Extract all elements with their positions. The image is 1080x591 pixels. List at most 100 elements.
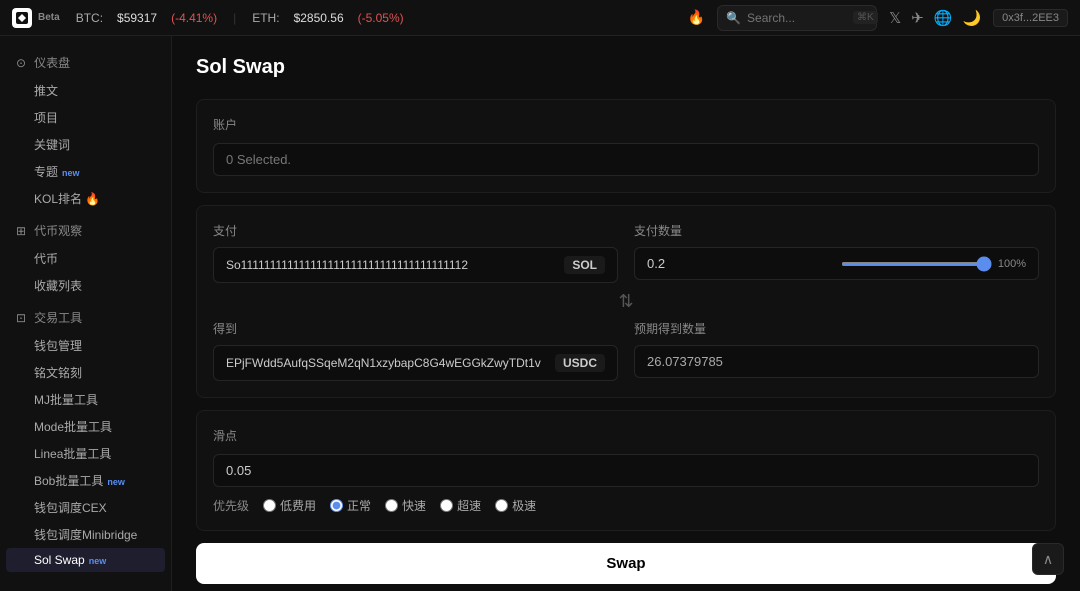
main-content: Sol Swap 账户 0 Selected. 支付 SOL 支付数量 xyxy=(172,36,1080,591)
sidebar-section-coins-header[interactable]: ⊞ 代币观察 xyxy=(0,216,171,245)
amount-group: 支付数量 100% xyxy=(634,222,1039,280)
globe-icon[interactable]: 🌐 xyxy=(934,9,953,27)
topics-new-badge: new xyxy=(62,168,80,178)
btc-price-group: BTC: $59317 (-4.41%) xyxy=(76,11,217,25)
pay-label: 支付 xyxy=(213,222,618,239)
twitter-icon[interactable]: 𝕏 xyxy=(889,9,901,27)
tools-icon: ⊡ xyxy=(16,311,26,325)
swap-direction-toggle[interactable]: ⇅ xyxy=(213,291,1039,312)
amount-slider[interactable] xyxy=(841,262,992,266)
swap-button[interactable]: Swap xyxy=(196,543,1056,584)
moon-icon[interactable]: 🌙 xyxy=(962,9,981,27)
slippage-card: 滑点 优先级 低费用 正常 快速 超速 极速 xyxy=(196,410,1056,531)
slippage-input[interactable] xyxy=(213,454,1039,487)
sidebar-item-wallet-cex[interactable]: 钱包调度CEX xyxy=(6,494,165,521)
chevron-up-icon: ∧ xyxy=(1043,551,1053,568)
amount-row: 100% xyxy=(634,247,1039,280)
expected-value: 26.07379785 xyxy=(647,354,723,369)
sidebar: ⊙ 仪表盘 推文 项目 关键词 专题new KOL排名🔥 ⊞ 代币观察 代币 收… xyxy=(0,36,172,591)
slider-wrap: 100% xyxy=(841,258,1027,270)
amount-label: 支付数量 xyxy=(634,222,1039,239)
sidebar-item-tweets[interactable]: 推文 xyxy=(6,77,165,104)
sidebar-item-linea-batch[interactable]: Linea批量工具 xyxy=(6,440,165,467)
sidebar-item-tokens[interactable]: 代币 xyxy=(6,245,165,272)
pay-card: 支付 SOL 支付数量 100% xyxy=(196,205,1056,398)
eth-label: ETH: xyxy=(252,11,279,25)
divider1: | xyxy=(233,11,236,25)
coins-label: 代币观察 xyxy=(34,222,82,239)
beta-label: Beta xyxy=(38,12,60,23)
topbar-icons: 𝕏 ✈ 🌐 🌙 xyxy=(889,9,981,27)
expected-group: 预期得到数量 26.07379785 xyxy=(634,320,1039,378)
search-box[interactable]: 🔍 ⌘K xyxy=(717,5,877,31)
account-card: 账户 0 Selected. xyxy=(196,99,1056,193)
eth-change: (-5.05%) xyxy=(358,11,404,25)
priority-turbo[interactable]: 超速 xyxy=(440,497,481,514)
search-kbd: ⌘K xyxy=(853,11,878,24)
priority-normal[interactable]: 正常 xyxy=(330,497,371,514)
topbar: Beta BTC: $59317 (-4.41%) | ETH: $2850.5… xyxy=(0,0,1080,36)
sidebar-item-mode-batch[interactable]: Mode批量工具 xyxy=(6,413,165,440)
logo-icon xyxy=(12,8,32,28)
sidebar-item-wallet-minibridge[interactable]: 钱包调度Minibridge xyxy=(6,521,165,548)
account-selected[interactable]: 0 Selected. xyxy=(213,143,1039,176)
pay-token-row: SOL xyxy=(213,247,618,283)
logo[interactable]: Beta xyxy=(12,8,60,28)
dashboard-label: 仪表盘 xyxy=(34,54,70,71)
receive-token-row: USDC xyxy=(213,345,618,381)
sidebar-section-dashboard-header[interactable]: ⊙ 仪表盘 xyxy=(0,48,171,77)
receive-label: 得到 xyxy=(213,320,618,337)
sidebar-item-inscription[interactable]: 铭文铭刻 xyxy=(6,359,165,386)
bob-new-badge: new xyxy=(107,477,125,487)
layout: ⊙ 仪表盘 推文 项目 关键词 专题new KOL排名🔥 ⊞ 代币观察 代币 收… xyxy=(0,36,1080,591)
search-input[interactable] xyxy=(747,11,847,25)
pay-address-input[interactable] xyxy=(226,258,556,272)
pay-token-badge[interactable]: SOL xyxy=(564,256,605,274)
account-label: 账户 xyxy=(213,116,1039,133)
sidebar-item-sol-swap[interactable]: Sol Swapnew xyxy=(6,548,165,572)
btc-price: $59317 xyxy=(117,11,157,25)
pay-group: 支付 SOL xyxy=(213,222,618,283)
section-tools: ⊡ 交易工具 钱包管理 铭文铭刻 MJ批量工具 Mode批量工具 Linea批量… xyxy=(0,303,171,572)
expected-label: 预期得到数量 xyxy=(634,320,1039,337)
receive-group: 得到 USDC xyxy=(213,320,618,381)
sidebar-item-topics[interactable]: 专题new xyxy=(6,158,165,185)
topbar-right: 🔥 🔍 ⌘K 𝕏 ✈ 🌐 🌙 0x3f...2EE3 xyxy=(688,5,1068,31)
sidebar-item-watchlist[interactable]: 收藏列表 xyxy=(6,272,165,299)
solswap-new-badge: new xyxy=(89,556,107,566)
fire-icon: 🔥 xyxy=(688,9,705,26)
amount-input[interactable] xyxy=(647,256,833,271)
sidebar-item-bob-batch[interactable]: Bob批量工具new xyxy=(6,467,165,494)
sidebar-item-wallet-mgmt[interactable]: 钱包管理 xyxy=(6,332,165,359)
sidebar-item-mj-batch[interactable]: MJ批量工具 xyxy=(6,386,165,413)
eth-price-group: ETH: $2850.56 (-5.05%) xyxy=(252,11,403,25)
swap-arrows-icon: ⇅ xyxy=(618,291,633,312)
priority-label: 优先级 xyxy=(213,497,249,514)
sidebar-item-keywords[interactable]: 关键词 xyxy=(6,131,165,158)
page-title: Sol Swap xyxy=(196,56,1056,79)
btc-label: BTC: xyxy=(76,11,103,25)
pct-label: 100% xyxy=(998,258,1026,270)
sidebar-item-kol[interactable]: KOL排名🔥 xyxy=(6,185,165,212)
coins-icon: ⊞ xyxy=(16,224,26,238)
section-coins: ⊞ 代币观察 代币 收藏列表 xyxy=(0,216,171,299)
sidebar-section-tools-header[interactable]: ⊡ 交易工具 xyxy=(0,303,171,332)
priority-row: 优先级 低费用 正常 快速 超速 极速 xyxy=(213,497,1039,514)
expected-amount-display: 26.07379785 xyxy=(634,345,1039,378)
scroll-top-button[interactable]: ∧ xyxy=(1032,543,1064,575)
btc-change: (-4.41%) xyxy=(171,11,217,25)
priority-low[interactable]: 低费用 xyxy=(263,497,316,514)
eth-price: $2850.56 xyxy=(294,11,344,25)
telegram-icon[interactable]: ✈ xyxy=(911,9,924,27)
receive-token-badge[interactable]: USDC xyxy=(555,354,605,372)
search-icon: 🔍 xyxy=(726,11,741,25)
priority-fast[interactable]: 快速 xyxy=(385,497,426,514)
slippage-label: 滑点 xyxy=(213,427,1039,444)
section-dashboard: ⊙ 仪表盘 推文 项目 关键词 专题new KOL排名🔥 xyxy=(0,48,171,212)
sidebar-item-projects[interactable]: 项目 xyxy=(6,104,165,131)
receive-address-input[interactable] xyxy=(226,356,547,370)
priority-extreme[interactable]: 极速 xyxy=(495,497,536,514)
tools-label: 交易工具 xyxy=(34,309,82,326)
dashboard-icon: ⊙ xyxy=(16,56,26,70)
wallet-address[interactable]: 0x3f...2EE3 xyxy=(993,9,1068,27)
